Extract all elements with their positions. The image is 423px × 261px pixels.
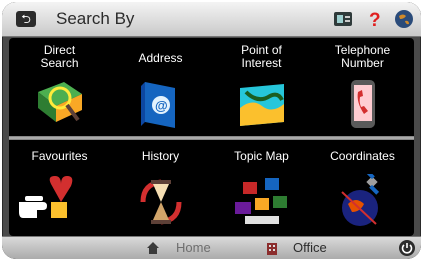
office-label: Office — [293, 240, 327, 255]
power-icon — [401, 243, 413, 254]
tile-label: Topic Map — [234, 149, 289, 163]
favourites-hand-heart-icon — [19, 176, 73, 218]
svg-text:?: ? — [369, 10, 381, 29]
back-button[interactable]: ⮌ — [16, 11, 36, 27]
card-icon — [334, 12, 352, 26]
coordinates-satellite-globe-icon — [341, 174, 380, 226]
tile-favourites[interactable]: Favourites — [9, 140, 110, 236]
title-bar: ⮌ Search By ? — [2, 2, 421, 37]
power-button[interactable] — [399, 240, 415, 256]
back-arrow-icon: ⮌ — [21, 12, 31, 26]
tile-label: Direct Search — [40, 43, 79, 70]
tile-direct-search[interactable]: Direct Search — [9, 40, 110, 136]
point-of-interest-map-icon — [240, 84, 284, 126]
tile-coordinates[interactable]: Coordinates — [312, 140, 413, 236]
globe-icon — [395, 10, 413, 28]
tile-history[interactable]: History — [110, 140, 211, 236]
app-frame: ⮌ Search By ? Direct Search Address @ Po… — [2, 2, 421, 259]
office-building-icon — [267, 243, 277, 255]
home-label: Home — [176, 240, 211, 255]
tile-address[interactable]: Address @ — [110, 40, 211, 136]
tile-telephone-number[interactable]: Telephone Number — [312, 40, 413, 136]
tile-topic-map[interactable]: Topic Map — [211, 140, 312, 236]
tile-label: History — [141, 149, 180, 163]
page-title: Search By — [56, 9, 135, 28]
history-hourglass-icon — [140, 179, 182, 225]
globe-button[interactable] — [394, 9, 414, 29]
tile-point-of-interest[interactable]: Point of Interest — [211, 40, 312, 136]
address-book-icon: @ — [141, 82, 175, 128]
card-button[interactable] — [333, 9, 353, 29]
home-button[interactable]: Home — [146, 240, 216, 257]
house-icon — [147, 242, 159, 254]
tile-label: Telephone Number — [334, 43, 391, 70]
tile-label: Point of Interest — [241, 43, 282, 70]
svg-text:@: @ — [155, 98, 168, 113]
tile-label: Favourites — [31, 149, 88, 163]
office-button[interactable]: Office — [265, 240, 345, 257]
topic-map-blocks-icon — [235, 178, 287, 224]
question-mark-icon: ? — [369, 10, 381, 31]
bottom-bar: Home Office — [2, 236, 421, 259]
direct-search-map-magnifier-icon — [38, 82, 82, 122]
telephone-icon — [351, 80, 375, 128]
tile-label: Coordinates — [330, 149, 395, 163]
help-button[interactable]: ? — [365, 9, 385, 31]
tile-label: Address — [138, 51, 183, 65]
